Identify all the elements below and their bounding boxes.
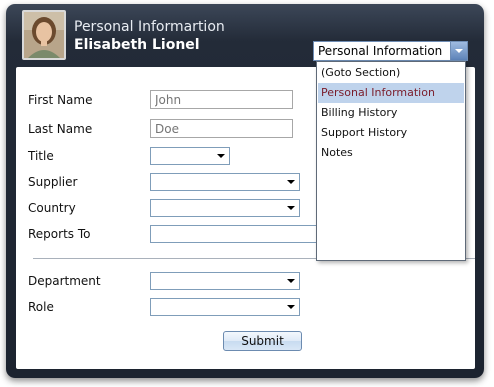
first-name-label: First Name	[28, 93, 93, 107]
supplier-select[interactable]	[150, 173, 300, 191]
first-name-input[interactable]	[150, 90, 293, 109]
department-select[interactable]	[150, 272, 300, 290]
last-name-input[interactable]	[150, 119, 293, 138]
dropdown-option[interactable]: Support History	[318, 123, 464, 143]
chevron-down-icon	[287, 180, 295, 184]
title-select[interactable]	[150, 147, 230, 165]
section-combo[interactable]: Personal Information	[313, 41, 468, 61]
chevron-down-icon	[217, 154, 225, 158]
section-combo-button[interactable]	[450, 42, 467, 60]
last-name-label: Last Name	[28, 122, 93, 136]
role-label: Role	[28, 300, 54, 314]
role-select[interactable]	[150, 298, 300, 316]
chevron-down-icon	[455, 49, 463, 53]
chevron-down-icon	[287, 206, 295, 210]
country-label: Country	[28, 201, 76, 215]
profile-photo	[22, 10, 66, 60]
header-title: Personal Informartion	[74, 19, 225, 35]
submit-button[interactable]: Submit	[223, 331, 302, 351]
dropdown-option[interactable]: Notes	[318, 143, 464, 163]
section-combo-value: Personal Information	[318, 44, 443, 58]
dropdown-option[interactable]: Billing History	[318, 103, 464, 123]
title-label: Title	[28, 149, 54, 163]
country-select[interactable]	[150, 199, 300, 217]
dropdown-option[interactable]: (Goto Section)	[318, 63, 464, 83]
chevron-down-icon	[287, 279, 295, 283]
supplier-label: Supplier	[28, 175, 78, 189]
reports-to-label: Reports To	[28, 227, 91, 241]
department-label: Department	[28, 274, 101, 288]
section-dropdown: (Goto Section) Personal Information Bill…	[316, 61, 466, 261]
chevron-down-icon	[287, 305, 295, 309]
dropdown-option-selected[interactable]: Personal Information	[318, 83, 464, 103]
reports-to-select[interactable]	[150, 225, 320, 243]
header-name: Elisabeth Lionel	[74, 37, 200, 53]
